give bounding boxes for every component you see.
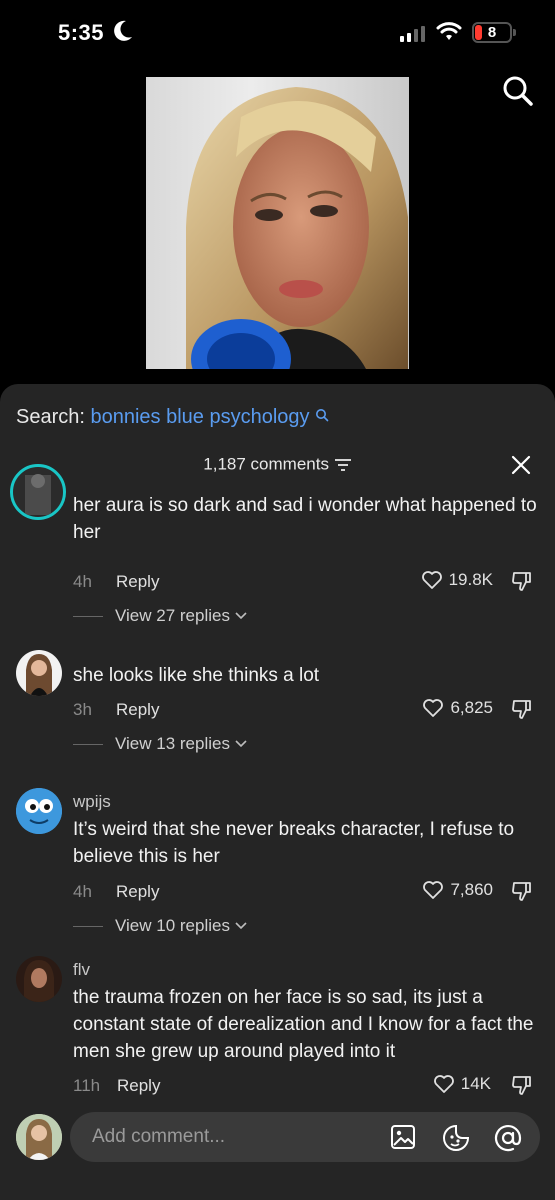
view-replies-label: View 27 replies xyxy=(115,606,230,625)
view-replies-label: View 10 replies xyxy=(115,916,230,935)
avatar[interactable] xyxy=(10,464,66,520)
avatar[interactable] xyxy=(16,788,62,834)
comment-item: she looks like she thinks a lot 3h Reply… xyxy=(0,650,555,770)
like-count: 19.8K xyxy=(448,570,493,589)
reply-button[interactable]: Reply xyxy=(117,1076,160,1096)
comment-count: 1,187 comments xyxy=(203,454,329,474)
comment-input-box[interactable] xyxy=(70,1112,540,1162)
reply-button[interactable]: Reply xyxy=(116,700,159,720)
chevron-down-icon xyxy=(235,740,247,748)
heart-icon xyxy=(423,881,444,899)
comment-meta: 3h Reply xyxy=(73,700,159,720)
comment-meta: 4h Reply xyxy=(73,572,159,592)
comment-text: It’s weird that she never breaks charact… xyxy=(73,819,515,867)
view-replies-button[interactable]: View 10 replies xyxy=(73,916,248,936)
view-replies-button[interactable]: View 27 replies xyxy=(73,606,248,626)
comment-time: 3h xyxy=(73,700,92,719)
comment-text: her aura is so dark and sad i wonder wha… xyxy=(73,495,537,543)
chevron-down-icon xyxy=(235,922,247,930)
like-button[interactable]: 19.8K xyxy=(421,570,493,590)
like-count: 6,825 xyxy=(450,698,493,717)
emoji-icon[interactable] xyxy=(442,1124,470,1157)
thumbs-down-icon[interactable] xyxy=(511,570,533,597)
image-icon[interactable] xyxy=(390,1124,416,1155)
cellular-signal-icon xyxy=(400,26,426,47)
search-icon xyxy=(315,406,329,428)
reply-button[interactable]: Reply xyxy=(116,572,159,592)
like-button[interactable]: 6,825 xyxy=(422,698,493,718)
view-replies-label: View 13 replies xyxy=(115,734,230,753)
heart-icon xyxy=(433,1075,454,1093)
comment-time: 4h xyxy=(73,572,92,591)
comment-item: flv the trauma frozen on her face is so … xyxy=(0,956,555,1106)
status-bar: 5:35 8 xyxy=(0,0,555,70)
comment-input[interactable] xyxy=(92,1112,372,1162)
close-icon[interactable] xyxy=(510,454,532,481)
comment-text: she looks like she thinks a lot xyxy=(73,665,320,686)
battery-level: 8 xyxy=(487,24,497,41)
thumbs-down-icon[interactable] xyxy=(511,880,533,907)
wifi-icon xyxy=(436,20,462,47)
thumbs-down-icon[interactable] xyxy=(511,1074,533,1101)
comment-username[interactable]: flv xyxy=(73,960,90,980)
comment-time: 11h xyxy=(73,1076,101,1095)
video-frame[interactable] xyxy=(146,77,409,369)
like-button[interactable]: 14K xyxy=(433,1074,491,1094)
search-icon[interactable] xyxy=(500,73,536,114)
comments-sheet: Search: bonnies blue psychology 1,187 co… xyxy=(0,384,555,1200)
heart-icon xyxy=(423,699,444,717)
heart-icon xyxy=(421,571,442,589)
avatar[interactable] xyxy=(16,650,62,696)
thumbs-down-icon[interactable] xyxy=(511,698,533,725)
sort-filter-icon[interactable] xyxy=(334,454,352,473)
comment-time: 4h xyxy=(73,882,92,901)
comment-input-bar xyxy=(0,1098,555,1200)
avatar xyxy=(16,1114,62,1160)
search-label: Search: xyxy=(16,406,85,428)
comment-item: wpijs It’s weird that she never breaks c… xyxy=(0,788,555,938)
comment-username[interactable]: wpijs xyxy=(73,792,111,812)
comment-text: the trauma frozen on her face is so sad,… xyxy=(73,987,534,1062)
view-replies-button[interactable]: View 13 replies xyxy=(73,734,248,754)
at-mention-icon[interactable] xyxy=(494,1124,522,1157)
battery-indicator: 8 xyxy=(472,22,512,43)
comment-item: her aura is so dark and sad i wonder wha… xyxy=(0,464,555,630)
comment-meta: 11h Reply xyxy=(73,1076,160,1096)
portrait-image xyxy=(186,87,408,369)
avatar[interactable] xyxy=(16,956,62,1002)
reply-button[interactable]: Reply xyxy=(116,882,159,902)
comment-meta: 4h Reply xyxy=(73,882,159,902)
comments-header: 1,187 comments xyxy=(0,454,555,475)
chevron-down-icon xyxy=(235,612,247,620)
search-query-link[interactable]: bonnies blue psychology xyxy=(91,406,310,428)
status-time: 5:35 xyxy=(58,20,105,45)
like-count: 14K xyxy=(460,1074,491,1093)
like-count: 7,860 xyxy=(450,880,493,899)
moon-icon xyxy=(112,19,134,48)
battery-cap xyxy=(513,29,516,36)
like-button[interactable]: 7,860 xyxy=(422,880,493,900)
related-search[interactable]: Search: bonnies blue psychology xyxy=(16,406,329,429)
